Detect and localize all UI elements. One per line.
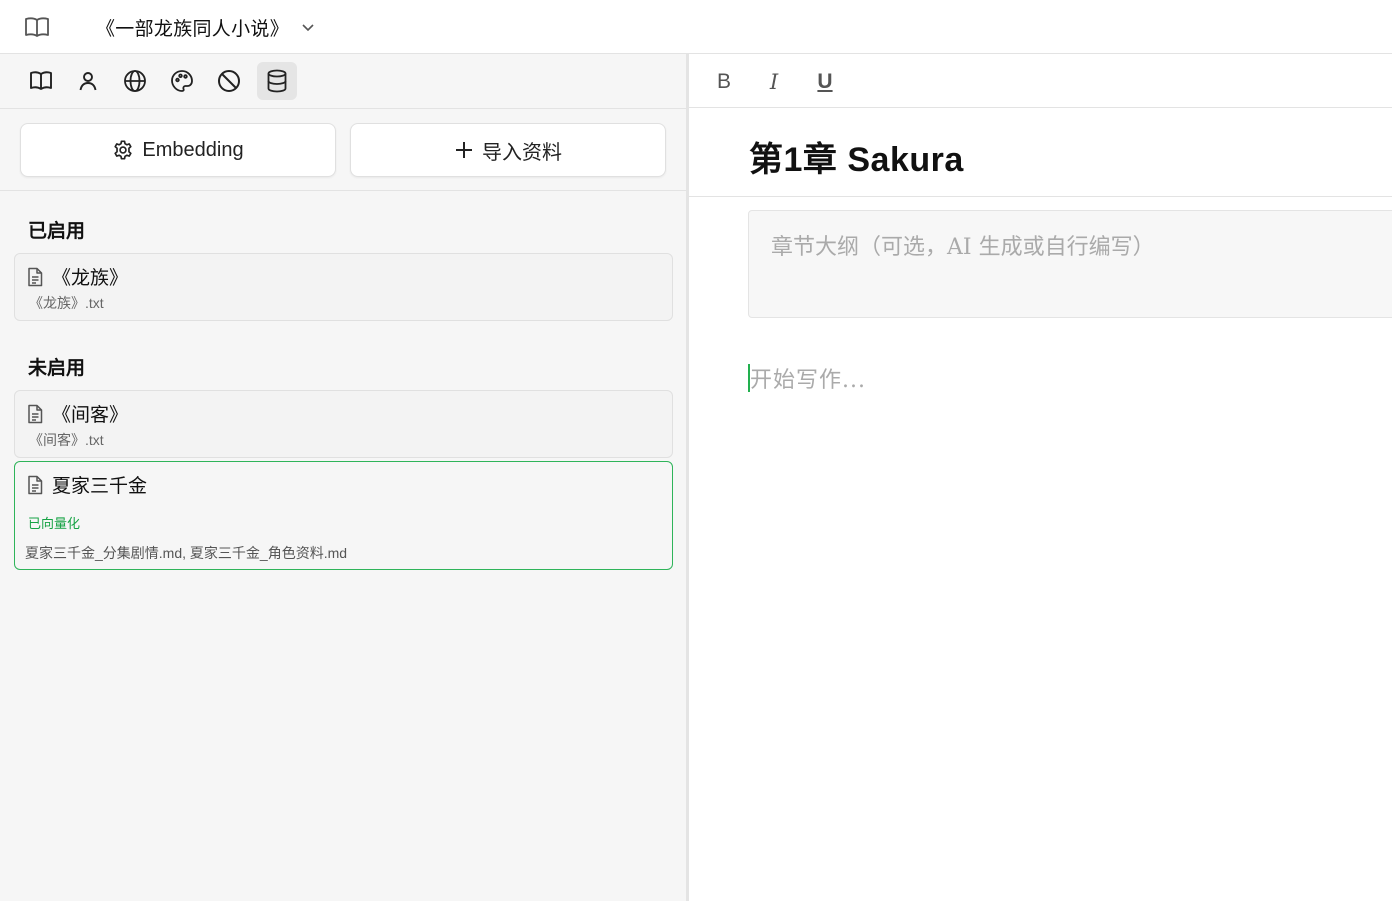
import-material-button[interactable]: 导入资料 bbox=[350, 123, 666, 177]
embedding-label: Embedding bbox=[142, 138, 244, 161]
import-label: 导入资料 bbox=[482, 141, 562, 164]
bold-button[interactable]: B bbox=[709, 68, 739, 96]
material-file: 《龙族》.txt bbox=[29, 295, 104, 311]
panel-actions: Embedding 导入资料 bbox=[0, 109, 686, 191]
gear-icon bbox=[112, 139, 134, 161]
chapter-outline-field[interactable]: 章节大纲（可选，AI 生成或自行编写） bbox=[748, 210, 1392, 318]
material-name: 夏家三千金 bbox=[52, 476, 148, 497]
material-files: 夏家三千金_分集剧情.md, 夏家三千金_角色资料.md bbox=[25, 545, 348, 561]
document-icon bbox=[26, 475, 44, 495]
document-icon bbox=[26, 267, 44, 287]
body-placeholder: 开始写作... bbox=[750, 368, 866, 393]
top-bar: 《一部龙族同人小说》 bbox=[0, 0, 1392, 54]
material-card-selected[interactable]: 夏家三千金 已向量化 夏家三千金_分集剧情.md, 夏家三千金_角色资料.md bbox=[14, 461, 673, 570]
chapter-body-editor[interactable]: 开始写作... bbox=[748, 360, 1378, 400]
globe-icon[interactable] bbox=[115, 62, 155, 100]
user-icon[interactable] bbox=[68, 62, 108, 100]
palette-icon[interactable] bbox=[162, 62, 202, 100]
panel-toolbar bbox=[0, 54, 686, 109]
chapter-editor: B I U 第1章 Sakura 章节大纲（可选，AI 生成或自行编写） 开始写… bbox=[689, 54, 1392, 901]
plus-icon bbox=[454, 140, 474, 160]
database-icon[interactable] bbox=[257, 62, 297, 100]
enabled-heading: 已启用 bbox=[28, 221, 86, 242]
format-toolbar: B I U bbox=[689, 54, 1392, 108]
underline-button[interactable]: U bbox=[810, 68, 840, 96]
material-card[interactable]: 《龙族》 《龙族》.txt bbox=[14, 253, 673, 321]
book-icon[interactable] bbox=[22, 12, 52, 42]
material-name: 《龙族》 bbox=[52, 268, 129, 289]
vectorized-status: 已向量化 bbox=[28, 516, 81, 531]
embedding-button[interactable]: Embedding bbox=[20, 123, 336, 177]
italic-button[interactable]: I bbox=[759, 68, 789, 96]
material-card[interactable]: 《间客》 《间客》.txt bbox=[14, 390, 673, 458]
book-open-icon[interactable] bbox=[21, 62, 61, 100]
divider bbox=[689, 196, 1392, 197]
ban-icon[interactable] bbox=[209, 62, 249, 100]
material-name: 《间客》 bbox=[52, 405, 129, 426]
chapter-title[interactable]: 第1章 Sakura bbox=[749, 132, 964, 181]
material-file: 《间客》.txt bbox=[29, 432, 104, 448]
chevron-down-icon bbox=[301, 20, 315, 34]
document-icon bbox=[26, 404, 44, 424]
knowledge-panel: Embedding 导入资料 已启用 《龙族》 《龙族》.txt 未启用 《间客… bbox=[0, 54, 686, 901]
disabled-heading: 未启用 bbox=[28, 358, 86, 379]
book-selector[interactable]: 《一部龙族同人小说》 bbox=[96, 13, 315, 41]
book-title: 《一部龙族同人小说》 bbox=[96, 18, 290, 40]
